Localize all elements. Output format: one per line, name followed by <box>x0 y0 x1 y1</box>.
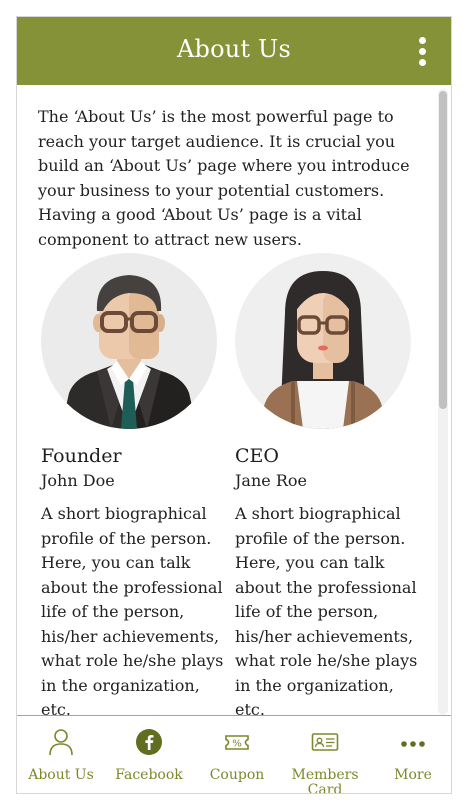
coupon-icon: % <box>225 735 249 750</box>
female-avatar-illustration <box>257 271 389 429</box>
bottom-navigation: About Us Facebook % Coupon Members Card … <box>17 715 451 794</box>
avatar <box>41 253 217 429</box>
page-content[interactable]: The ‘About Us’ is the most powerful page… <box>17 85 433 715</box>
more-dots-icon <box>401 741 425 747</box>
nav-label: More <box>394 767 432 783</box>
app-header: About Us <box>17 17 451 85</box>
menu-dot-icon <box>418 37 426 44</box>
member-bio: A short biographical profile of the pers… <box>235 504 418 715</box>
members-card-icon <box>311 733 339 751</box>
nav-label: Members Card <box>291 767 359 794</box>
menu-dot-icon <box>418 48 426 55</box>
scrollbar-thumb[interactable] <box>439 91 447 409</box>
nav-label: Facebook <box>115 767 183 783</box>
menu-dot-icon <box>418 59 426 66</box>
vertical-scrollbar[interactable] <box>438 89 448 715</box>
app-frame: About Us The ‘About Us’ is the most powe… <box>16 16 452 794</box>
team-member-card: CEO Jane Roe A short biographical profil… <box>235 253 425 715</box>
overflow-menu-button[interactable] <box>415 37 429 69</box>
svg-text:%: % <box>232 739 242 750</box>
member-role: CEO <box>235 445 279 467</box>
male-avatar-illustration <box>61 275 197 429</box>
team-member-card: Founder John Doe A short biographical pr… <box>41 253 231 715</box>
avatar <box>235 253 411 429</box>
page-title: About Us <box>176 35 292 63</box>
member-role: Founder <box>41 445 122 467</box>
nav-label: About Us <box>28 767 94 783</box>
nav-label: Coupon <box>209 767 265 783</box>
facebook-icon <box>136 729 162 755</box>
member-bio: A short biographical profile of the pers… <box>41 504 224 715</box>
member-name: John Doe <box>41 471 115 490</box>
intro-text: The ‘About Us’ is the most powerful page… <box>38 107 410 249</box>
person-icon <box>49 729 73 756</box>
member-name: Jane Roe <box>235 471 307 490</box>
